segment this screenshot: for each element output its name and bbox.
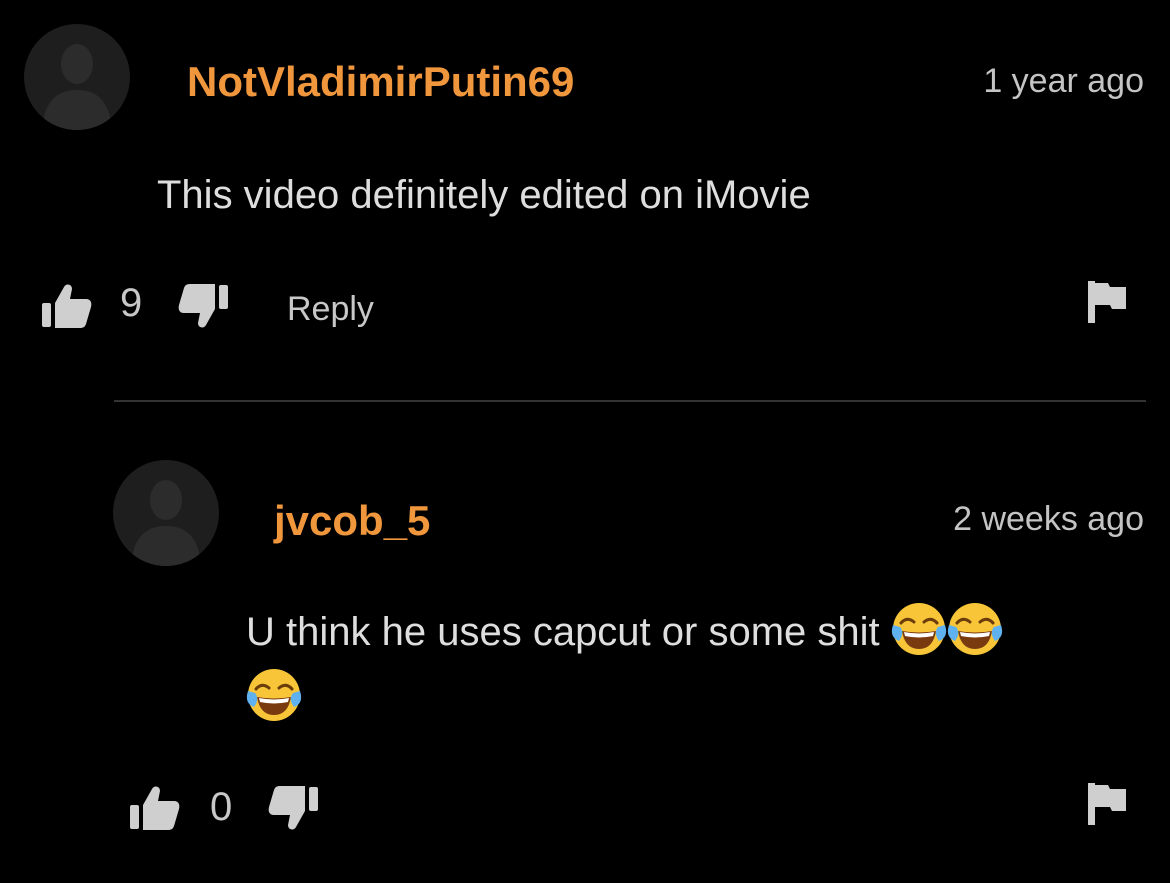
comment-text-content: U think he uses capcut or some shit <box>246 610 880 654</box>
face-with-tears-of-joy-icon <box>947 601 1003 657</box>
avatar[interactable] <box>24 24 130 130</box>
comment-text: U think he uses capcut or some shit <box>246 599 1126 731</box>
flag-icon[interactable] <box>1088 281 1128 323</box>
comment-text: This video definitely edited on iMovie <box>157 173 811 217</box>
thumbs-down-icon[interactable] <box>268 785 318 831</box>
thumbs-down-icon[interactable] <box>178 283 228 329</box>
face-with-tears-of-joy-icon <box>891 601 947 657</box>
thumbs-up-icon[interactable] <box>42 283 92 329</box>
like-count: 9 <box>120 281 143 325</box>
comment-username[interactable]: jvcob_5 <box>274 500 430 542</box>
like-count: 0 <box>210 785 233 829</box>
reply-button[interactable]: Reply <box>287 292 374 326</box>
face-with-tears-of-joy-icon <box>246 667 302 723</box>
flag-icon[interactable] <box>1088 783 1128 825</box>
avatar[interactable] <box>113 460 219 566</box>
default-avatar-icon <box>42 44 112 130</box>
comment-username[interactable]: NotVladimirPutin69 <box>187 61 574 103</box>
reply-comment: jvcob_5 2 weeks ago U think he uses capc… <box>0 402 1170 883</box>
comment: NotVladimirPutin69 1 year ago This video… <box>0 0 1170 400</box>
comment-timestamp: 2 weeks ago <box>953 500 1144 538</box>
thumbs-up-icon[interactable] <box>130 785 180 831</box>
comment-timestamp: 1 year ago <box>983 62 1144 100</box>
default-avatar-icon <box>131 480 201 566</box>
